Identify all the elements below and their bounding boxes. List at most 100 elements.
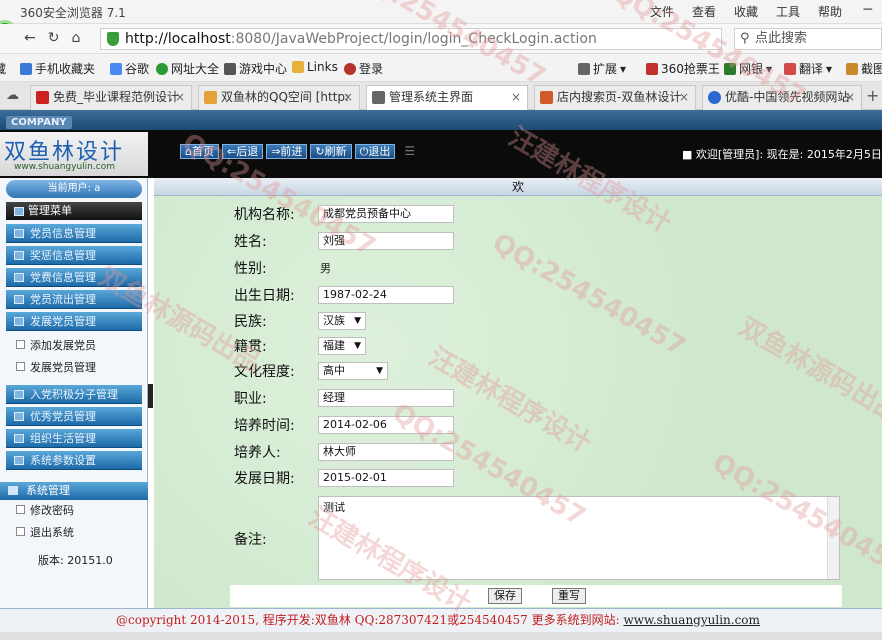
app-header: COMPANY 双鱼林设计 www.shuangyulin.com ⌂首页 ⇐后… xyxy=(0,110,882,178)
name-field[interactable]: 刘强 xyxy=(318,232,454,250)
bookmark-360-ticket[interactable]: 360抢票王 xyxy=(646,60,720,77)
bookmark-site-directory[interactable]: 网址大全 xyxy=(156,60,219,77)
bookmark-ebank[interactable]: 网银 ▾ xyxy=(724,60,772,77)
form-button-row: 保存 重写 xyxy=(230,585,842,607)
tab-free-courses[interactable]: 免费_毕业课程范例设计 × xyxy=(30,85,192,110)
label-name: 姓名: xyxy=(234,234,267,250)
bookmark-login[interactable]: 登录 xyxy=(344,60,383,77)
back-icon[interactable]: ← xyxy=(24,30,36,46)
url-input[interactable]: http://localhost:8080/JavaWebProject/log… xyxy=(100,28,722,50)
new-tab-icon[interactable]: + xyxy=(866,86,879,105)
training-date-field[interactable]: 2014-02-06 xyxy=(318,416,454,434)
bookmark-screenshot[interactable]: 截图 xyxy=(846,60,882,77)
occupation-field[interactable]: 经理 xyxy=(318,389,454,407)
sidebar-item-dues[interactable]: 党费信息管理 xyxy=(6,268,142,287)
remark-textarea[interactable]: 测试 xyxy=(318,496,840,580)
development-date-field[interactable]: 2015-02-01 xyxy=(318,469,454,487)
sidebar-item-org-life[interactable]: 组织生活管理 xyxy=(6,429,142,448)
native-place-select[interactable]: 福建 ▼ xyxy=(318,337,366,355)
home-icon[interactable]: ⌂ xyxy=(71,30,80,46)
sidebar-item-excellent[interactable]: 优秀党员管理 xyxy=(6,407,142,426)
sidebar-item-activists[interactable]: 入党积极分子管理 xyxy=(6,385,142,404)
page-icon xyxy=(16,505,25,514)
tab-qq-space[interactable]: 双鱼林的QQ空间 [http: × xyxy=(198,85,360,110)
sidebar-item-outflow[interactable]: 党员流出管理 xyxy=(6,290,142,309)
tab-youku[interactable]: 优酷-中国领先视频网站 × xyxy=(702,85,862,110)
header-strip: COMPANY xyxy=(0,110,882,130)
sidebar-item-params[interactable]: 系统参数设置 xyxy=(6,451,142,470)
google-icon xyxy=(110,62,122,75)
url-path: :8080/JavaWebProject/login/login_CheckLo… xyxy=(230,31,597,47)
org-name-field[interactable]: 成都党员预备中心 xyxy=(318,205,454,223)
tab-favicon-icon xyxy=(540,91,553,104)
close-icon[interactable]: × xyxy=(511,86,521,109)
tab-shop-search[interactable]: 店内搜索页-双鱼林设计 × xyxy=(534,85,696,110)
trainer-field[interactable]: 林大师 xyxy=(318,443,454,461)
close-icon[interactable]: × xyxy=(679,86,689,109)
folder-icon xyxy=(14,251,24,260)
bookmark-extensions[interactable]: 扩展 ▾ xyxy=(578,60,626,77)
tab-admin-main[interactable]: 管理系统主界面 × xyxy=(366,85,528,110)
bookmark-google[interactable]: 谷歌 xyxy=(110,60,149,77)
sidebar-subitem-add[interactable]: 添加发展党员 xyxy=(14,337,96,353)
cloud-icon[interactable]: ☁ xyxy=(6,88,19,103)
browser-title: 360安全浏览器 7.1 xyxy=(20,6,126,20)
search-input[interactable]: ⚲ 点此搜索 xyxy=(734,28,882,50)
menu-tools[interactable]: 工具 xyxy=(776,3,800,20)
bookmark-links[interactable]: Links xyxy=(292,60,338,74)
close-icon[interactable]: × xyxy=(845,86,855,109)
folder-icon xyxy=(14,273,24,282)
phone-icon xyxy=(20,62,32,75)
menu-lines-icon[interactable]: ☰ xyxy=(404,144,415,159)
save-button[interactable]: 保存 xyxy=(488,588,522,604)
label-remark: 备注: xyxy=(234,532,267,548)
ethnicity-select[interactable]: 汉族 ▼ xyxy=(318,312,366,330)
sidebar-item-rewards[interactable]: 奖惩信息管理 xyxy=(6,246,142,265)
menu-favorites[interactable]: 收藏 xyxy=(734,3,758,20)
reset-button[interactable]: 重写 xyxy=(552,588,586,604)
logout-button[interactable]: ⏻退出 xyxy=(354,144,396,159)
close-icon[interactable]: × xyxy=(343,86,353,109)
back-button[interactable]: ⇐后退 xyxy=(221,144,264,159)
system-title[interactable]: 系统管理 xyxy=(0,482,148,500)
page-icon xyxy=(16,340,25,349)
website-link[interactable]: www.shuangyulin.com xyxy=(623,613,759,627)
bookmark-mobile-favorites[interactable]: 手机收藏夹 xyxy=(20,60,95,77)
folder-icon xyxy=(14,434,24,443)
menu-view[interactable]: 查看 xyxy=(692,3,716,20)
textarea-scrollbar[interactable] xyxy=(827,497,839,579)
page-icon xyxy=(16,362,25,371)
label-occupation: 职业: xyxy=(234,391,267,407)
folder-icon xyxy=(292,61,304,73)
tab-favicon-icon xyxy=(708,91,721,104)
sidebar-subitem-manage[interactable]: 发展党员管理 xyxy=(14,359,96,375)
sidebar-collapse-handle[interactable] xyxy=(148,384,153,408)
sidebar-subitem-change-password[interactable]: 修改密码 xyxy=(14,502,74,518)
gender-value: 男 xyxy=(320,262,331,275)
forward-button[interactable]: ⇒前进 xyxy=(266,144,308,159)
refresh-icon[interactable]: ↻ xyxy=(48,30,60,46)
menu-file[interactable]: 文件 xyxy=(650,3,674,20)
translate-icon xyxy=(784,62,796,75)
label-development-date: 发展日期: xyxy=(234,471,295,487)
copyright-text: @copyright 2014-2015, 程序开发:双鱼林 QQ:287307… xyxy=(116,613,624,627)
close-icon[interactable]: × xyxy=(175,86,185,109)
education-select[interactable]: 高中 ▼ xyxy=(318,362,388,380)
bookmark-item[interactable]: 藏 xyxy=(0,60,6,77)
welcome-text: ■ 欢迎[管理员]: 现在是: 2015年2月5日 xyxy=(682,148,882,161)
chevron-down-icon: ▼ xyxy=(354,341,361,351)
refresh-button[interactable]: ↻刷新 xyxy=(310,144,352,159)
sidebar-item-development[interactable]: 发展党员管理 xyxy=(6,312,142,331)
sidebar-subitem-exit[interactable]: 退出系统 xyxy=(14,524,74,540)
version-text: 版本: 20151.0 xyxy=(38,554,113,567)
menu-help[interactable]: 帮助 xyxy=(818,3,842,20)
birthday-field[interactable]: 1987-02-24 xyxy=(318,286,454,304)
bank-icon xyxy=(724,62,736,75)
minimize-icon[interactable]: ─ xyxy=(864,2,872,18)
sidebar-item-member-info[interactable]: 党员信息管理 xyxy=(6,224,142,243)
bookmark-translate[interactable]: 翻译 ▾ xyxy=(784,60,832,77)
status-bar xyxy=(0,632,882,640)
company-badge: COMPANY xyxy=(6,116,72,129)
home-button[interactable]: ⌂首页 xyxy=(180,144,219,159)
bookmark-game-center[interactable]: 游戏中心 xyxy=(224,60,287,77)
